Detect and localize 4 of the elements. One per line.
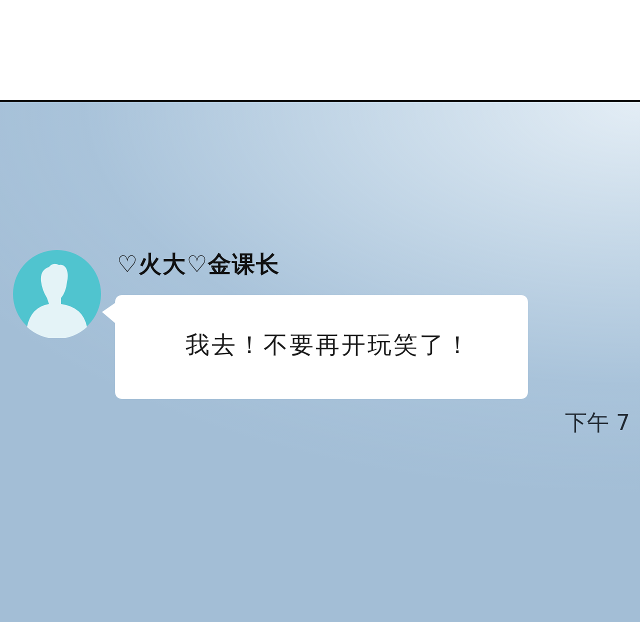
avatar-icon	[13, 250, 101, 338]
message-time: 下午 7	[565, 410, 630, 438]
message-text: 我去！不要再开玩笑了！	[184, 330, 472, 361]
contact-name: ♡火大♡金课长	[117, 251, 280, 279]
